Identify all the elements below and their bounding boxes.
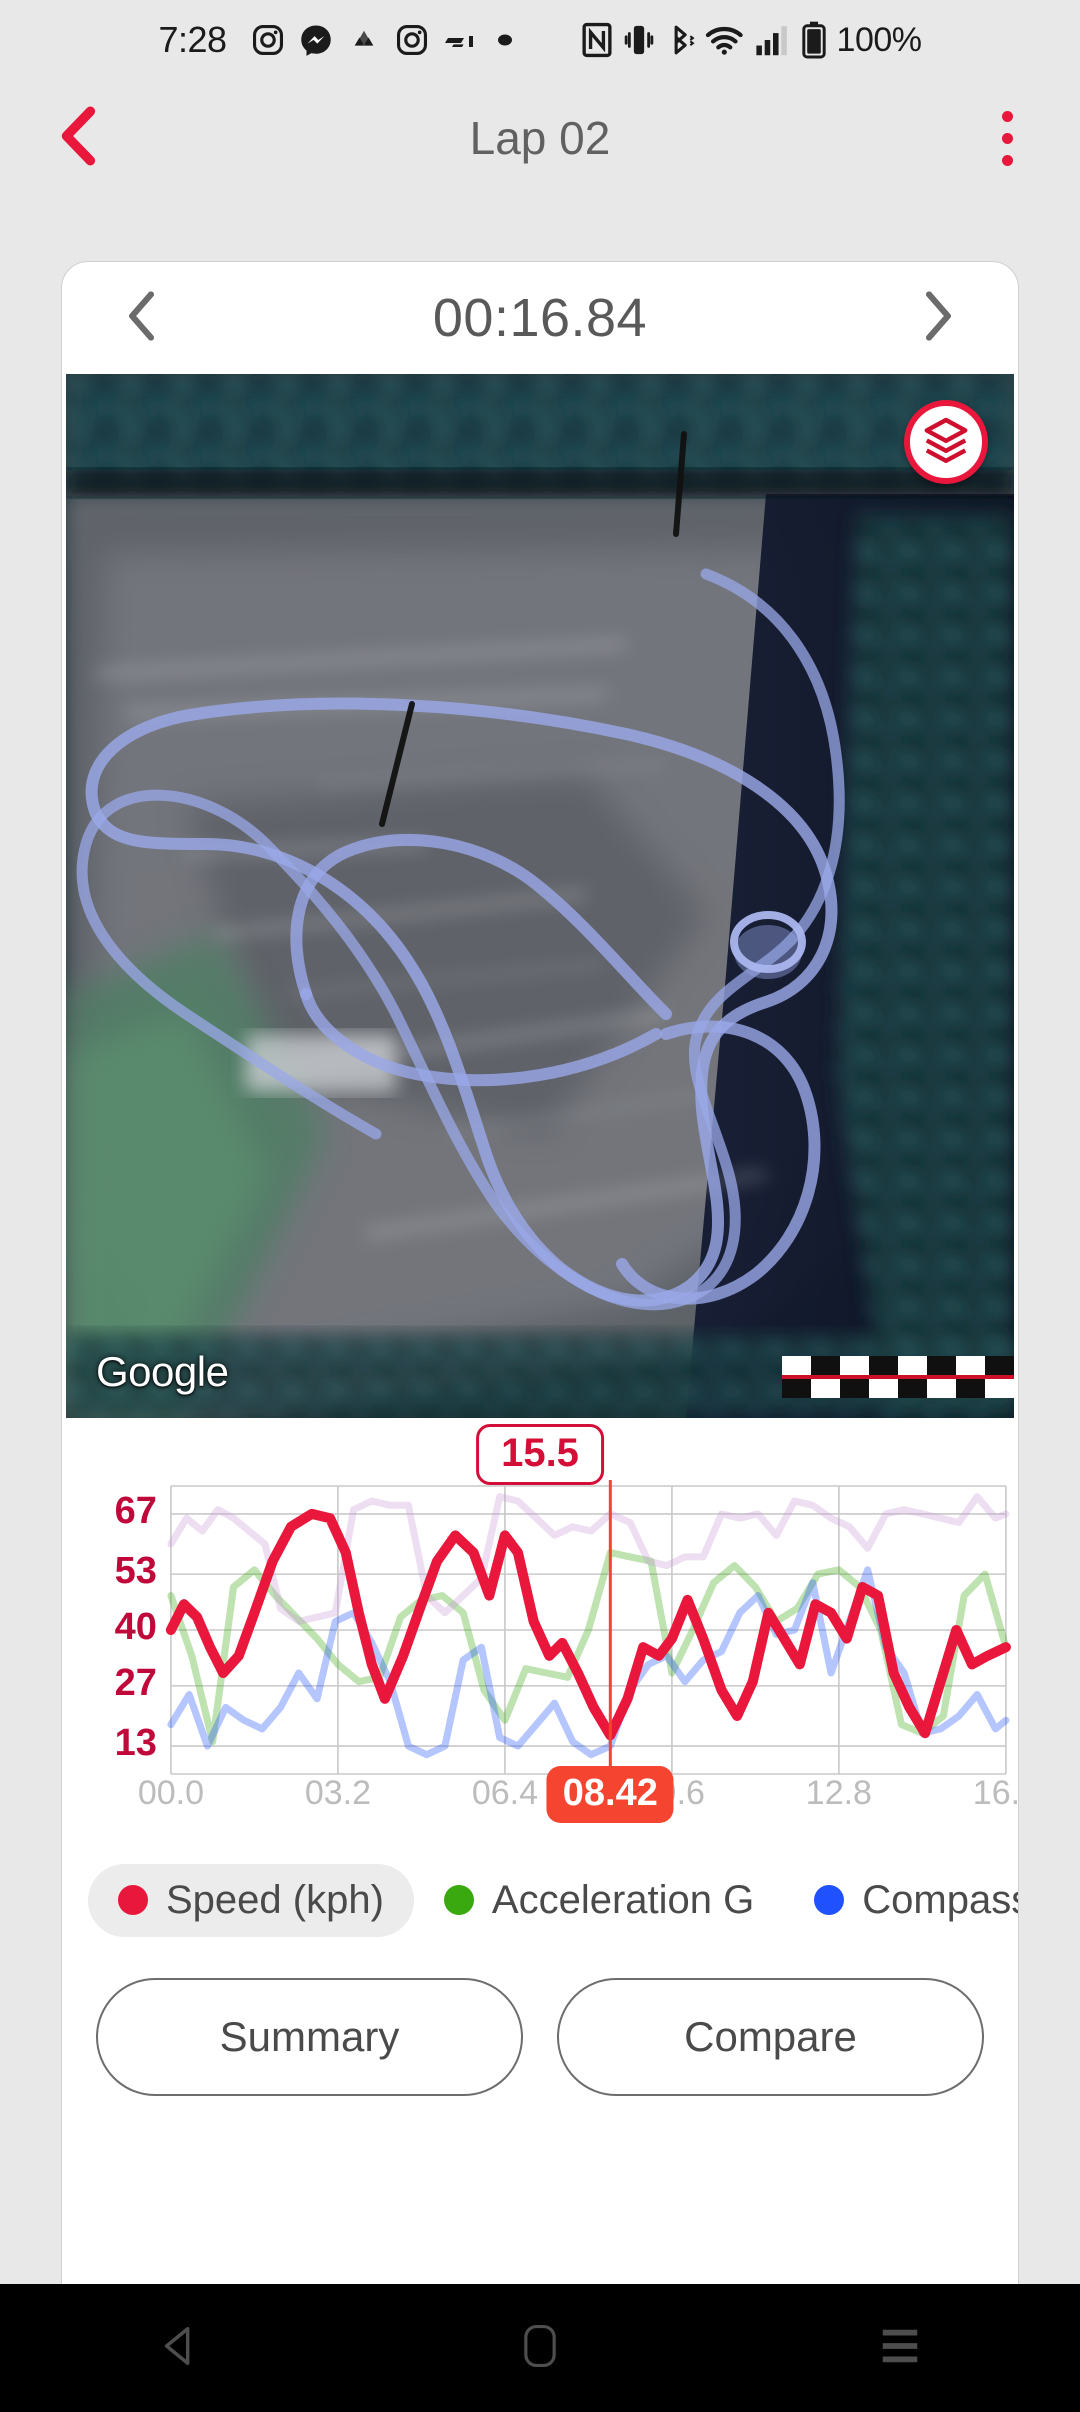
legend-label: Acceleration G bbox=[491, 1877, 755, 1922]
nav-back-icon bbox=[157, 2323, 203, 2374]
layers-icon bbox=[921, 415, 971, 470]
more-vertical-icon bbox=[1001, 154, 1013, 166]
overflow-menu-button[interactable] bbox=[980, 101, 1034, 175]
android-navigation-bar bbox=[0, 2284, 1080, 2412]
nav-home-button[interactable] bbox=[470, 2284, 610, 2412]
chart-x-axis-label: 16.0 bbox=[972, 1774, 1018, 1812]
compare-button[interactable]: Compare bbox=[557, 1978, 984, 2096]
dot-icon bbox=[495, 30, 515, 50]
nav-recents-icon bbox=[877, 2326, 923, 2371]
track-map[interactable]: Google bbox=[66, 374, 1014, 1418]
map-layers-button[interactable] bbox=[904, 400, 988, 484]
cursor-value-badge: 15.5 bbox=[476, 1424, 604, 1485]
legend-item-speed[interactable]: Speed (kph) bbox=[88, 1863, 414, 1937]
nav-home-icon bbox=[519, 2323, 561, 2374]
position-marker bbox=[730, 911, 806, 979]
chart-x-axis-labels: 00.003.206.409.612.816.0 bbox=[62, 1774, 1018, 1830]
f1-icon bbox=[443, 28, 481, 52]
messenger-icon bbox=[299, 23, 333, 57]
cellular-signal-icon bbox=[755, 23, 791, 57]
chart-y-axis-label: 53 bbox=[114, 1550, 157, 1593]
chart-svg bbox=[165, 1410, 1011, 1840]
battery-percent-label: 100% bbox=[836, 20, 922, 59]
instagram-icon bbox=[251, 23, 285, 57]
vibrate-icon bbox=[623, 22, 655, 58]
more-vertical-icon bbox=[1001, 132, 1013, 144]
action-buttons: Summary Compare bbox=[62, 1952, 1018, 2096]
legend-item-acceleration[interactable]: Acceleration G bbox=[414, 1864, 784, 1937]
chevron-right-icon bbox=[918, 289, 958, 348]
battery-icon bbox=[801, 21, 827, 59]
back-button[interactable] bbox=[46, 106, 110, 170]
instagram-icon bbox=[395, 23, 429, 57]
chevron-left-icon bbox=[122, 289, 162, 348]
chart-x-axis-label: 06.4 bbox=[471, 1774, 538, 1812]
lap-time-value: 00:16.84 bbox=[432, 288, 648, 348]
chart-y-axis-label: 67 bbox=[114, 1489, 157, 1532]
chart-x-axis-label: 00.0 bbox=[137, 1774, 204, 1812]
chart-y-axis-label: 13 bbox=[114, 1722, 157, 1765]
chart-y-axis-label: 27 bbox=[114, 1661, 157, 1704]
bluetooth-icon bbox=[665, 22, 695, 58]
chart-legend: Speed (kph) Acceleration G Compass bbox=[62, 1848, 1018, 1952]
telemetry-chart[interactable]: 15.5 6753402713 00.003.206.409.612.816.0… bbox=[62, 1410, 1018, 1848]
next-lap-button[interactable] bbox=[906, 286, 970, 350]
chart-x-axis-label: 12.8 bbox=[805, 1774, 872, 1812]
racing-line-overlay bbox=[76, 431, 1014, 1398]
legend-color-dot bbox=[814, 1885, 845, 1915]
previous-lap-button[interactable] bbox=[110, 286, 174, 350]
cloud-icon bbox=[347, 23, 381, 57]
legend-color-dot bbox=[443, 1885, 474, 1915]
legend-item-compass[interactable]: Compass bbox=[784, 1864, 1018, 1937]
more-vertical-icon bbox=[1001, 110, 1013, 122]
lap-time-navigator: 00:16.84 bbox=[62, 262, 1018, 374]
nav-recents-button[interactable] bbox=[830, 2284, 970, 2412]
summary-button[interactable]: Summary bbox=[96, 1978, 523, 2096]
nav-back-button[interactable] bbox=[110, 2284, 250, 2412]
status-bar-system-icons: 100% bbox=[581, 21, 922, 60]
legend-color-dot bbox=[118, 1885, 148, 1915]
status-bar: 7:28 100% bbox=[0, 0, 1080, 80]
cursor-time-badge: 08.42 bbox=[546, 1766, 674, 1823]
status-bar-clock: 7:28 bbox=[158, 19, 227, 60]
lap-detail-card: 00:16.84 Google 15.5 67 53 40 27 13 00.0… bbox=[62, 262, 1018, 2284]
page-title: Lap 02 bbox=[469, 112, 611, 164]
chart-plot-area[interactable]: 67 53 40 27 13 bbox=[62, 1410, 1018, 1840]
wifi-icon bbox=[705, 23, 745, 57]
chart-x-axis-label: 03.2 bbox=[304, 1774, 371, 1812]
checkered-flag-line bbox=[782, 1356, 1014, 1398]
google-attribution: Google bbox=[96, 1348, 229, 1395]
app-header: Lap 02 bbox=[0, 80, 1080, 196]
legend-label: Speed (kph) bbox=[166, 1877, 384, 1922]
status-bar-notification-icons bbox=[251, 23, 515, 57]
back-chevron-icon bbox=[53, 106, 103, 171]
nfc-icon bbox=[581, 22, 613, 58]
chart-y-axis-label: 40 bbox=[114, 1606, 157, 1648]
legend-label: Compass bbox=[862, 1877, 1018, 1922]
